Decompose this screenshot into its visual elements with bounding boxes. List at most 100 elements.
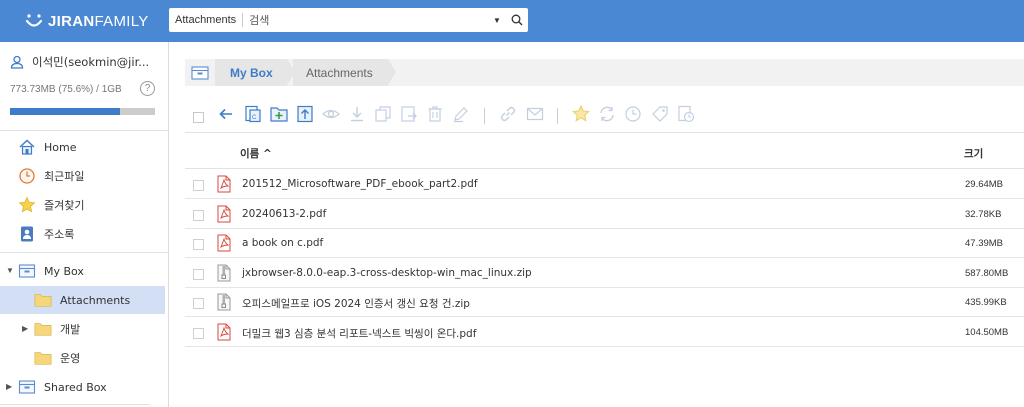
link-icon[interactable] — [497, 103, 519, 125]
tree-item-dev[interactable]: 개발 — [34, 315, 198, 343]
table-header-top-border — [185, 132, 1024, 133]
pdf-file-icon — [217, 205, 231, 223]
view-icon[interactable] — [320, 103, 342, 125]
toolbar-separator — [557, 108, 558, 124]
sidebar-item-home[interactable]: Home — [18, 133, 182, 161]
table-row[interactable]: jxbrowser-8.0.0-eap.3-cross-desktop-win_… — [185, 258, 1024, 288]
file-name[interactable]: 오피스메일프로 iOS 2024 인증서 갱신 요청 건.zip — [242, 296, 470, 311]
file-size: 47.39MB — [965, 238, 1004, 249]
expiry-icon[interactable] — [675, 103, 697, 125]
row-checkbox[interactable] — [193, 239, 204, 250]
table-row[interactable]: 오피스메일프로 iOS 2024 인증서 갱신 요청 건.zip 435.99KB — [185, 287, 1024, 317]
table-row[interactable]: 201512_Microsoftware_PDF_ebook_part2.pdf… — [185, 169, 1024, 199]
row-checkbox[interactable] — [193, 209, 204, 221]
smile-logo-icon — [25, 14, 43, 27]
quota-bar-fill — [10, 108, 120, 115]
file-name[interactable]: jxbrowser-8.0.0-eap.3-cross-desktop-win_… — [242, 267, 532, 279]
search-icon[interactable] — [506, 9, 528, 31]
duplicate-icon[interactable] — [372, 103, 394, 125]
file-name[interactable]: 더밀크 웹3 심층 분석 리포트-넥스트 빅씽이 온다.pdf — [242, 326, 476, 341]
sidebar-item-recent[interactable]: 최근파일 — [18, 162, 182, 190]
tree-item-label: 운영 — [60, 352, 81, 365]
file-size: 587.80MB — [965, 267, 1009, 279]
table-row[interactable]: 20240613-2.pdf 32.78KB — [185, 199, 1024, 229]
sidebar-item-label: 주소록 — [44, 228, 75, 241]
file-name[interactable]: 201512_Microsoftware_PDF_ebook_part2.pdf — [242, 178, 478, 190]
history-clock-icon[interactable] — [622, 103, 644, 125]
tree-item-sharedbox[interactable]: Shared Box — [18, 373, 182, 401]
box-icon[interactable] — [185, 59, 215, 86]
pdf-file-icon — [217, 175, 231, 193]
file-name[interactable]: 20240613-2.pdf — [242, 208, 326, 220]
collapse-arrow-icon[interactable]: ▶ — [22, 324, 28, 333]
file-size: 32.78KB — [965, 208, 1002, 220]
new-folder-icon[interactable] — [268, 103, 290, 125]
breadcrumb-mybox[interactable]: My Box — [215, 59, 287, 86]
search-scope[interactable]: Attachments — [169, 13, 244, 27]
tree-item-label: 개발 — [60, 323, 81, 336]
collapse-arrow-icon[interactable]: ▶ — [6, 382, 12, 391]
box-icon — [18, 378, 36, 396]
tree-item-ops[interactable]: 운영 — [34, 344, 198, 372]
jiranfamily-logo[interactable]: JIRANFAMILY — [24, 10, 149, 32]
tree-item-mybox[interactable]: My Box — [18, 257, 182, 285]
tag-icon[interactable] — [649, 103, 671, 125]
search-input[interactable] — [243, 13, 488, 27]
tree-item-label: Attachments — [60, 293, 131, 307]
upload-icon[interactable] — [294, 103, 316, 125]
breadcrumb-attachments[interactable]: Attachments — [293, 59, 388, 86]
expand-arrow-icon[interactable]: ▼ — [6, 266, 14, 275]
sidebar-item-label: 최근파일 — [44, 170, 85, 183]
sidebar: 이석민(seokmin@jir... 773.73MB (75.6%) / 1G… — [0, 42, 169, 407]
user-account[interactable]: 이석민(seokmin@jir... — [10, 54, 149, 70]
row-checkbox[interactable] — [193, 327, 204, 339]
file-name[interactable]: a book on c.pdf — [242, 237, 323, 249]
folder-icon — [34, 349, 52, 367]
pdf-file-icon — [217, 323, 231, 341]
row-divider — [185, 345, 1024, 347]
row-checkbox[interactable] — [193, 298, 204, 309]
row-checkbox[interactable] — [193, 268, 204, 280]
column-header-size[interactable]: 크기 — [964, 146, 983, 161]
table-row[interactable]: 더밀크 웹3 심층 분석 리포트-넥스트 빅씽이 온다.pdf 104.50MB — [185, 317, 1024, 347]
top-header: JIRANFAMILY Attachments ▼ — [0, 0, 1024, 42]
select-all-checkbox[interactable] — [193, 112, 204, 123]
brand-name: JIRANFAMILY — [48, 12, 149, 30]
back-arrow-icon[interactable] — [215, 103, 237, 125]
sidebar-item-label: Home — [44, 140, 77, 154]
trash-icon[interactable] — [424, 103, 446, 125]
sync-icon[interactable] — [596, 103, 618, 125]
sidebar-divider — [0, 404, 150, 405]
sidebar-item-contacts[interactable]: 주소록 — [18, 220, 182, 248]
favorite-star-icon[interactable] — [570, 103, 592, 125]
move-icon[interactable] — [398, 103, 420, 125]
mail-icon[interactable] — [524, 103, 546, 125]
tree-item-label: Shared Box — [44, 380, 107, 394]
quota-bar — [10, 108, 155, 115]
breadcrumb-separator — [388, 59, 396, 85]
home-icon — [18, 138, 36, 156]
contacts-icon — [18, 225, 36, 243]
row-checkbox[interactable] — [193, 180, 204, 191]
help-icon[interactable]: ? — [140, 81, 155, 96]
sidebar-item-favorites[interactable]: 즐겨찾기 — [18, 191, 182, 219]
scope-dropdown-icon[interactable]: ▼ — [488, 16, 506, 25]
clock-icon — [18, 167, 36, 185]
folder-icon — [34, 320, 52, 338]
copy-file-icon[interactable]: C — [242, 103, 264, 125]
file-size: 435.99KB — [965, 297, 1007, 308]
quota-text: 773.73MB (75.6%) / 1GB — [10, 84, 122, 95]
download-icon[interactable] — [346, 103, 368, 125]
column-header-name[interactable]: 이름 ^ — [240, 146, 272, 161]
zip-file-icon — [217, 293, 231, 311]
rename-pencil-icon[interactable] — [450, 103, 472, 125]
zip-file-icon — [217, 264, 231, 282]
folder-icon — [34, 291, 52, 309]
search-box: Attachments ▼ — [169, 8, 528, 32]
star-icon — [18, 196, 36, 214]
table-row[interactable]: a book on c.pdf 47.39MB — [185, 228, 1024, 258]
sidebar-divider — [0, 130, 168, 131]
tree-item-attachments[interactable]: Attachments — [0, 286, 165, 314]
file-size: 29.64MB — [965, 179, 1004, 190]
user-icon — [10, 55, 24, 69]
